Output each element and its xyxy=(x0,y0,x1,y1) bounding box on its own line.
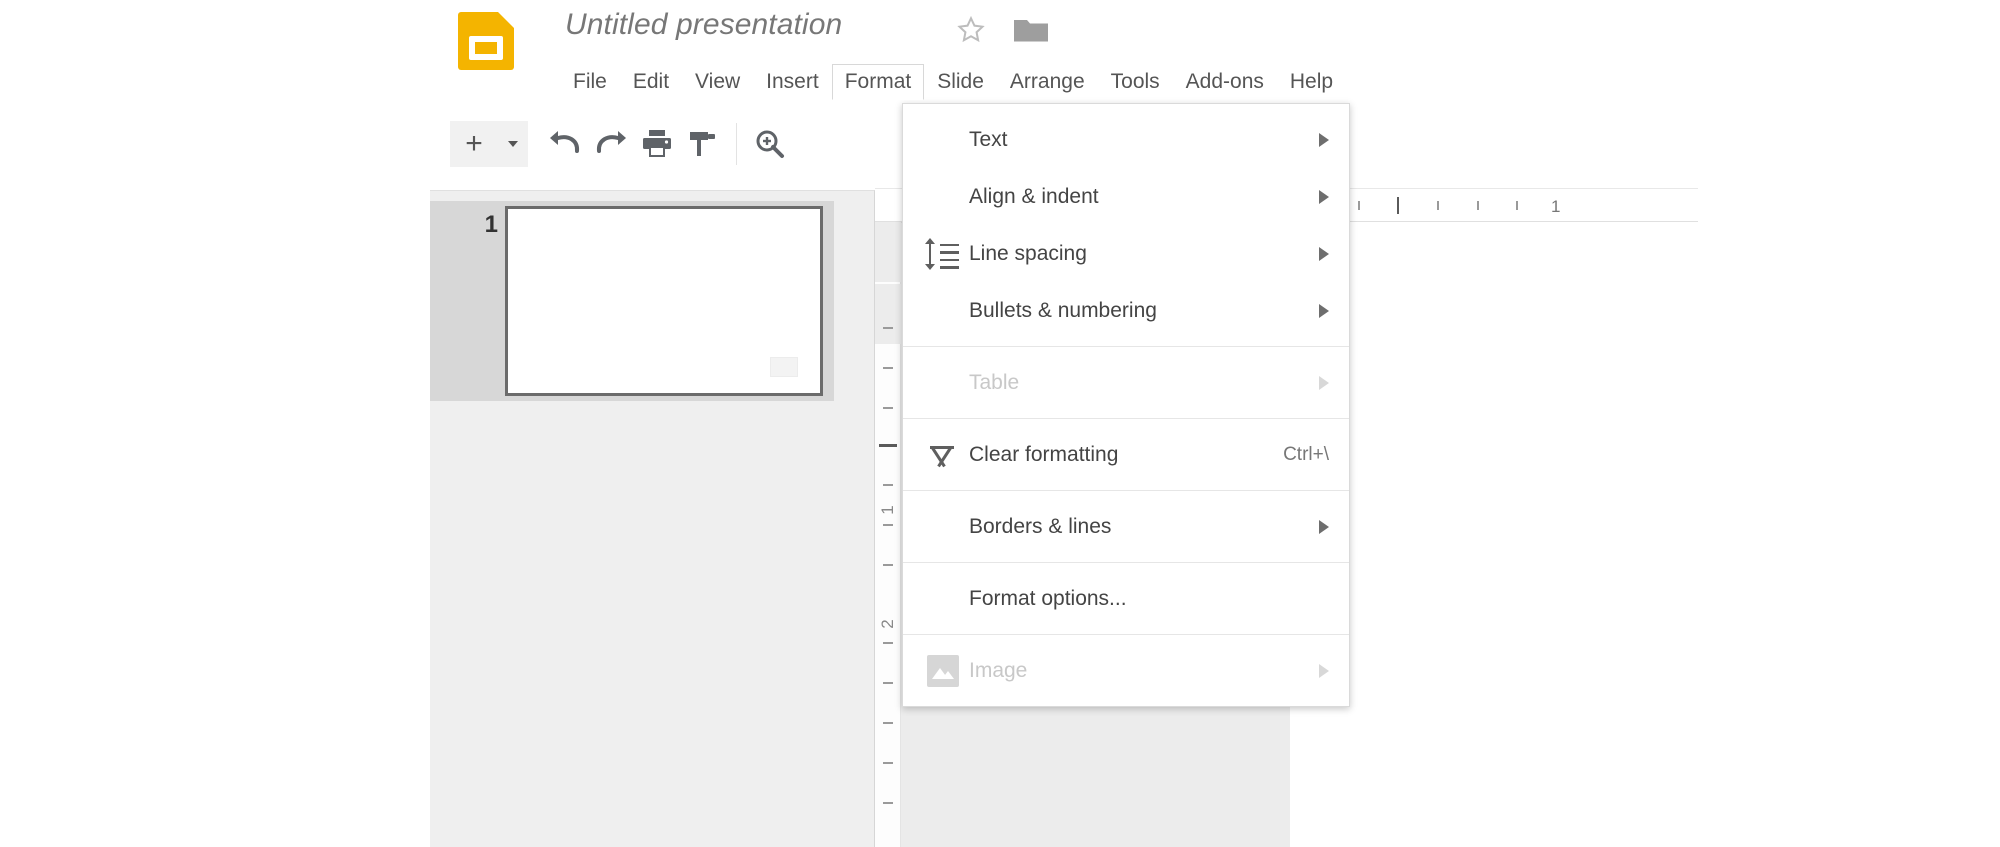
vertical-ruler-margin-top xyxy=(875,222,901,282)
print-icon xyxy=(643,130,671,157)
menu-item-label: Table xyxy=(969,370,1020,394)
menu-item-label: Image xyxy=(969,658,1028,682)
zoom-button[interactable] xyxy=(747,121,793,167)
new-slide-dropdown[interactable] xyxy=(498,121,528,167)
redo-icon xyxy=(596,131,626,153)
slide-thumbnail-row[interactable]: 1 xyxy=(430,201,834,401)
menu-separator xyxy=(903,634,1349,635)
ruler-tick xyxy=(883,642,893,644)
submenu-arrow-icon xyxy=(1319,519,1329,534)
ruler-tick xyxy=(883,407,893,409)
menu-item-label: Text xyxy=(969,127,1008,151)
star-outline-icon[interactable] xyxy=(955,14,987,46)
ruler-tick xyxy=(883,564,893,566)
clear-formatting-icon xyxy=(927,439,959,471)
menu-separator xyxy=(903,562,1349,563)
ruler-tick xyxy=(1437,201,1439,210)
ruler-tick xyxy=(883,327,893,329)
menu-file[interactable]: File xyxy=(560,64,620,100)
google-slides-logo-icon xyxy=(458,12,514,70)
print-button[interactable] xyxy=(634,121,680,167)
menu-separator xyxy=(903,346,1349,347)
menu-item-bullets-numbering[interactable]: Bullets & numbering xyxy=(903,282,1349,339)
ruler-tick-major xyxy=(879,444,897,447)
menu-tools[interactable]: Tools xyxy=(1098,64,1173,100)
menu-help[interactable]: Help xyxy=(1277,64,1346,100)
format-dropdown-menu[interactable]: Text Align & indent Line spacing Bullets… xyxy=(902,103,1350,707)
slide-number: 1 xyxy=(484,211,498,238)
menu-format[interactable]: Format xyxy=(831,63,925,101)
ruler-tick xyxy=(883,524,893,526)
ruler-tick xyxy=(883,484,893,486)
ruler-tick xyxy=(883,802,893,804)
menu-insert[interactable]: Insert xyxy=(753,64,832,100)
ruler-label-1: 1 xyxy=(878,505,897,515)
menu-add-ons[interactable]: Add-ons xyxy=(1173,64,1277,100)
menu-slide[interactable]: Slide xyxy=(924,64,997,100)
submenu-arrow-icon xyxy=(1319,303,1329,318)
submenu-arrow-icon xyxy=(1319,375,1329,390)
horizontal-ruler[interactable]: 1 xyxy=(1296,188,1698,222)
menu-item-image: Image xyxy=(903,642,1349,699)
vertical-ruler[interactable]: 1 2 xyxy=(875,222,901,847)
thumbnail-placeholder-box xyxy=(770,357,798,377)
slide-filmstrip-panel[interactable]: 1 xyxy=(430,190,875,847)
ruler-label-2: 2 xyxy=(878,619,897,629)
logo-fold xyxy=(498,12,514,28)
folder-icon[interactable] xyxy=(1013,16,1049,44)
menu-item-align-indent[interactable]: Align & indent xyxy=(903,168,1349,225)
paint-format-icon xyxy=(690,132,715,156)
undo-icon xyxy=(550,131,580,153)
line-spacing-icon xyxy=(925,237,959,270)
canvas-right-region xyxy=(1290,222,2000,847)
zoom-in-icon xyxy=(756,130,784,158)
ruler-tick xyxy=(1516,201,1518,210)
ruler-tick xyxy=(1477,201,1479,210)
menu-item-clear-formatting[interactable]: Clear formatting Ctrl+\ xyxy=(903,426,1349,483)
chevron-down-icon xyxy=(508,141,518,147)
ruler-tick xyxy=(883,367,893,369)
vertical-ruler-margin-second xyxy=(875,284,901,344)
menu-separator xyxy=(903,418,1349,419)
plus-icon: + xyxy=(465,127,483,160)
menu-item-label: Format options... xyxy=(969,586,1127,610)
menu-separator xyxy=(903,490,1349,491)
menu-edit[interactable]: Edit xyxy=(620,64,682,100)
logo-screen xyxy=(469,36,503,60)
ruler-label-1: 1 xyxy=(1551,197,1561,216)
ruler-tick xyxy=(1358,201,1360,210)
menu-view[interactable]: View xyxy=(682,64,753,100)
slide-thumbnail[interactable] xyxy=(505,206,823,396)
paint-format-button[interactable] xyxy=(680,121,726,167)
ruler-tick xyxy=(883,682,893,684)
ruler-tick xyxy=(883,722,893,724)
submenu-arrow-icon xyxy=(1319,132,1329,147)
submenu-arrow-icon xyxy=(1319,663,1329,678)
menu-item-label: Clear formatting xyxy=(969,442,1119,466)
menu-item-text[interactable]: Text xyxy=(903,111,1349,168)
new-slide-button[interactable]: + xyxy=(450,121,498,167)
menu-item-label: Line spacing xyxy=(969,241,1087,265)
menu-item-format-options[interactable]: Format options... xyxy=(903,570,1349,627)
menu-item-shortcut: Ctrl+\ xyxy=(1283,443,1329,465)
menu-item-borders-lines[interactable]: Borders & lines xyxy=(903,498,1349,555)
menu-item-label: Borders & lines xyxy=(969,514,1112,538)
menu-item-table: Table xyxy=(903,354,1349,411)
submenu-arrow-icon xyxy=(1319,189,1329,204)
undo-button[interactable] xyxy=(542,121,588,167)
menu-bar: File Edit View Insert Format Slide Arran… xyxy=(560,60,1346,104)
menu-item-label: Align & indent xyxy=(969,184,1099,208)
menu-item-line-spacing[interactable]: Line spacing xyxy=(903,225,1349,282)
document-title[interactable]: Untitled presentation xyxy=(565,8,842,42)
title-bar: Untitled presentation xyxy=(0,0,2000,70)
image-icon xyxy=(927,654,959,687)
slides-app-window: Untitled presentation File Edit View Ins… xyxy=(0,0,2000,847)
ruler-tick-major xyxy=(1397,197,1399,214)
menu-item-label: Bullets & numbering xyxy=(969,298,1157,322)
toolbar-divider xyxy=(736,123,737,165)
menu-arrange[interactable]: Arrange xyxy=(997,64,1098,100)
submenu-arrow-icon xyxy=(1319,246,1329,261)
ruler-tick xyxy=(883,762,893,764)
redo-button[interactable] xyxy=(588,121,634,167)
